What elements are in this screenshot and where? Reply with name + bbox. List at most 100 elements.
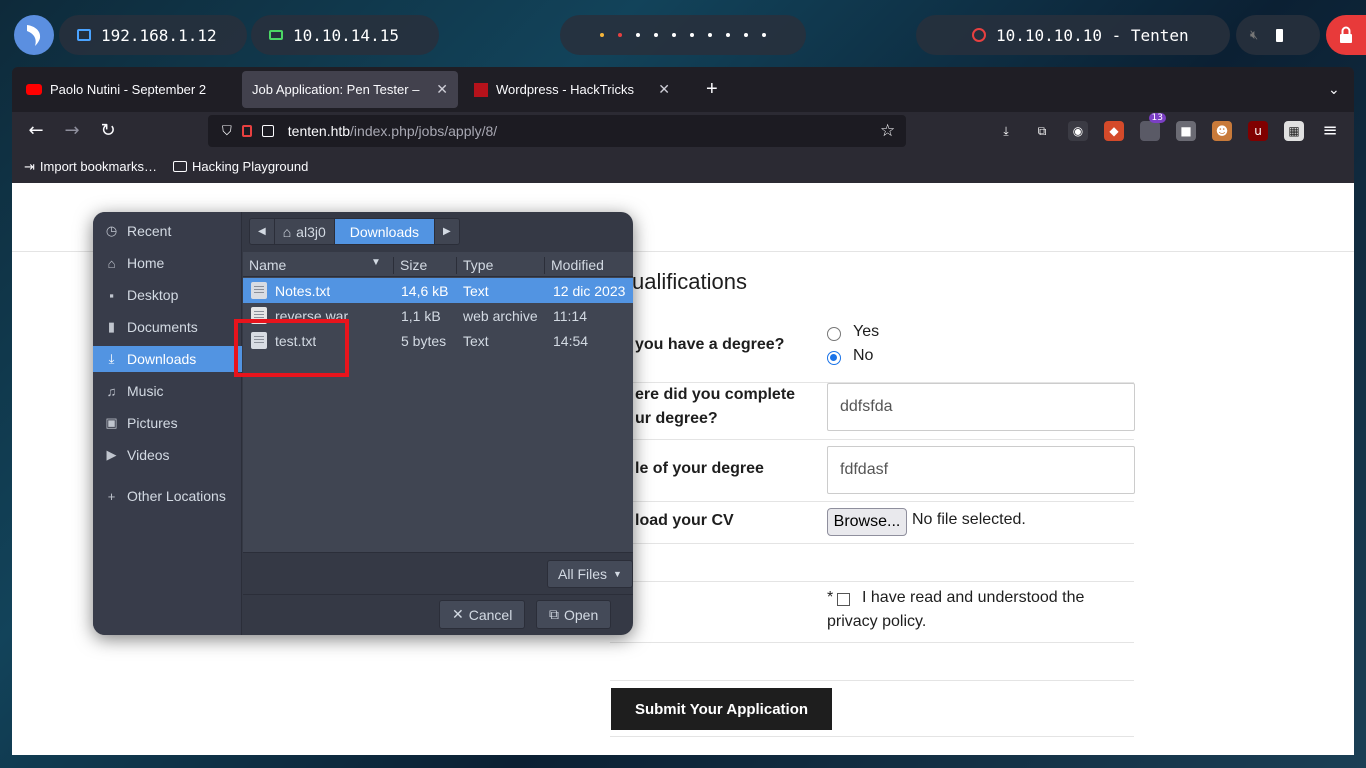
file-filter-dropdown[interactable]: All Files ▼ xyxy=(547,560,633,588)
workspace-dot[interactable] xyxy=(690,33,694,37)
chevron-right-icon: ▶ xyxy=(443,226,451,237)
workspace-dot[interactable] xyxy=(654,33,658,37)
workspace-dot[interactable] xyxy=(762,33,766,37)
tab-youtube[interactable]: Paolo Nutini - September 2 xyxy=(16,71,240,108)
back-arrow-icon[interactable]: ← xyxy=(24,119,48,143)
bookmark-folder[interactable]: Hacking Playground xyxy=(172,159,308,174)
path-segment-label: Downloads xyxy=(349,223,420,240)
text-file-icon xyxy=(251,282,267,299)
shield-icon[interactable]: ⛉ xyxy=(222,123,232,139)
file-chooser-dialog: ◷ Recent ⌂ Home ▪ Desktop ▮ Documents ⤓ … xyxy=(93,212,633,635)
downloads-icon[interactable]: ⤓ xyxy=(996,121,1016,141)
required-mark: * xyxy=(827,589,834,606)
chevron-down-icon: ▼ xyxy=(613,569,622,579)
ublock-icon[interactable]: u xyxy=(1248,121,1268,141)
volume-muted-icon[interactable]: 🔇︎ xyxy=(1250,28,1258,43)
where-value: ddfsfda xyxy=(840,398,893,415)
where-field[interactable]: ddfsfda xyxy=(827,383,1135,431)
video-icon: ▶ xyxy=(106,447,117,462)
sidebar-item-home[interactable]: ⌂ Home xyxy=(93,250,242,276)
sort-down-icon: ▼ xyxy=(371,257,381,268)
insecure-lock-icon[interactable] xyxy=(241,125,252,137)
workspace-dot[interactable] xyxy=(744,33,748,37)
path-segment-home[interactable]: ⌂ al3j0 xyxy=(274,219,335,244)
path-segment-label: al3j0 xyxy=(296,223,326,240)
extensions-icon[interactable]: ⧉ xyxy=(1032,121,1052,141)
reload-icon[interactable]: ↻ xyxy=(96,119,120,143)
bookmarks-toolbar: ⇥ Import bookmarks… Hacking Playground xyxy=(12,150,1354,183)
divider xyxy=(610,543,1134,544)
title-question: le of your degree xyxy=(635,460,764,477)
extension-face-icon[interactable]: ☻ xyxy=(1212,121,1232,141)
forward-arrow-icon[interactable]: → xyxy=(60,119,84,143)
kali-logo-icon[interactable] xyxy=(14,15,54,55)
list-tabs-button[interactable]: ⌄ xyxy=(1318,71,1348,108)
degree-title-field[interactable]: fdfdasf xyxy=(827,446,1135,494)
home-icon: ⌂ xyxy=(282,223,292,240)
sidebar-item-music[interactable]: ♫ Music xyxy=(93,378,242,404)
url-bar[interactable]: ⛉ tenten.htb/index.php/jobs/apply/8/ ☆ xyxy=(208,115,906,147)
cancel-button[interactable]: ✕ Cancel xyxy=(439,600,526,629)
bookmark-star-icon[interactable]: ☆ xyxy=(880,121,895,141)
extension-cookie-icon[interactable]: ■ xyxy=(1176,121,1196,141)
file-name: Notes.txt xyxy=(275,282,331,299)
sidebar-item-downloads[interactable]: ⤓ Downloads xyxy=(93,346,242,372)
bookmark-import[interactable]: ⇥ Import bookmarks… xyxy=(24,159,157,175)
close-tab-icon[interactable]: ✕ xyxy=(436,81,448,98)
menu-hamburger-icon[interactable]: ≡ xyxy=(1318,119,1342,143)
open-button[interactable]: ⧉ Open xyxy=(536,600,612,629)
battery-icon[interactable] xyxy=(1276,28,1284,42)
degree-title-value: fdfdasf xyxy=(840,461,889,478)
file-size: 5 bytes xyxy=(401,332,447,349)
column-modified[interactable]: Modified xyxy=(544,257,633,274)
workspace-dot[interactable] xyxy=(726,33,730,37)
path-segment-downloads[interactable]: Downloads xyxy=(334,219,436,244)
extension-hat-icon[interactable]: ◆ xyxy=(1104,121,1124,141)
sidebar-item-recent[interactable]: ◷ Recent xyxy=(93,218,242,244)
extension-mask-icon[interactable]: ◉ xyxy=(1068,121,1088,141)
workspace-dot[interactable] xyxy=(618,33,622,37)
sidebar-item-desktop[interactable]: ▪ Desktop xyxy=(93,282,242,308)
workspace-dot[interactable] xyxy=(636,33,640,37)
where-question: ere did you complete xyxy=(635,386,796,403)
column-name[interactable]: Name ▼ xyxy=(243,257,393,274)
privacy-checkbox[interactable] xyxy=(837,593,850,606)
workspace-dot[interactable] xyxy=(600,33,604,37)
qr-code-icon[interactable]: ▦ xyxy=(1284,121,1304,141)
sidebar-item-pictures[interactable]: ▣ Pictures xyxy=(93,410,242,436)
column-name-label: Name xyxy=(249,257,287,273)
workspace-switcher[interactable] xyxy=(560,15,806,55)
hacktricks-icon xyxy=(474,82,488,97)
radio-no[interactable] xyxy=(827,351,841,365)
radio-yes[interactable] xyxy=(827,327,841,341)
privacy-label-cont[interactable]: privacy policy. xyxy=(827,613,926,631)
sidebar-item-label: Videos xyxy=(127,447,170,463)
bookmark-label: Import bookmarks… xyxy=(39,159,157,174)
path-back-button[interactable]: ◀ xyxy=(250,219,275,244)
workspace-dot[interactable] xyxy=(672,33,676,37)
sidebar-item-documents[interactable]: ▮ Documents xyxy=(93,314,242,340)
tab-job-application[interactable]: Job Application: Pen Tester – Je ✕ xyxy=(242,71,458,108)
close-tab-icon[interactable]: ✕ xyxy=(658,81,670,98)
laptop-icon xyxy=(269,30,283,40)
file-row[interactable]: Notes.txt 14,6 kB Text 12 dic 2023 xyxy=(243,278,633,303)
submit-application-button[interactable]: Submit Your Application xyxy=(611,688,832,730)
plus-icon: + xyxy=(706,78,718,100)
extension-badge-icon[interactable]: 13 xyxy=(1140,113,1166,141)
sidebar-item-label: Recent xyxy=(127,223,172,239)
import-icon: ⇥ xyxy=(24,158,35,174)
document-icon: ▮ xyxy=(107,319,116,334)
tab-strip: Paolo Nutini - September 2 Job Applicati… xyxy=(12,67,1354,112)
sidebar-item-videos[interactable]: ▶ Videos xyxy=(93,442,242,468)
divider xyxy=(610,642,1134,643)
column-size[interactable]: Size xyxy=(393,257,456,274)
sidebar-item-other-locations[interactable]: + Other Locations xyxy=(93,483,242,509)
new-tab-button[interactable]: + xyxy=(696,71,726,108)
tab-hacktricks[interactable]: Wordpress - HackTricks ✕ xyxy=(464,71,680,108)
file-modified: 12 dic 2023 xyxy=(553,282,626,299)
browse-button[interactable]: Browse... xyxy=(827,508,907,536)
path-forward-button[interactable]: ▶ xyxy=(435,219,459,244)
workspace-dot[interactable] xyxy=(708,33,712,37)
lock-icon[interactable] xyxy=(1326,15,1366,55)
column-type[interactable]: Type xyxy=(456,257,544,274)
